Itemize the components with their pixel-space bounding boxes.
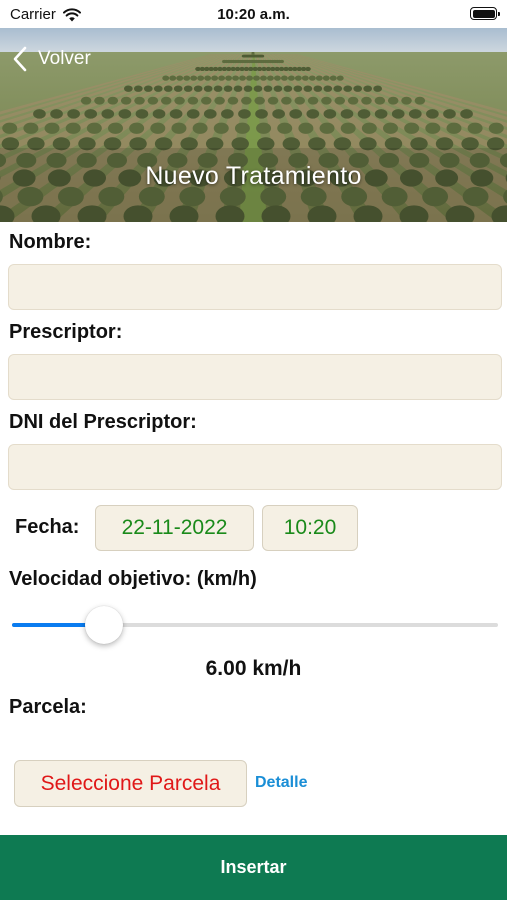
speed-value: 6.00 km/h: [205, 657, 302, 680]
fecha-label: Fecha:: [15, 516, 80, 538]
date-picker[interactable]: 22-11-2022: [95, 505, 254, 551]
page-title: Nuevo Tratamiento: [145, 162, 362, 190]
dni-input[interactable]: [8, 444, 502, 490]
dni-label: DNI del Prescriptor:: [9, 411, 197, 433]
chevron-left-icon: [13, 46, 27, 72]
insert-button[interactable]: Insertar: [0, 835, 507, 900]
back-label: Volver: [38, 48, 91, 69]
parcel-select-button[interactable]: Seleccione Parcela: [14, 760, 247, 807]
nombre-input[interactable]: [8, 264, 502, 310]
speed-slider[interactable]: [12, 606, 498, 644]
nombre-label: Nombre:: [9, 231, 92, 253]
status-bar: Carrier 10:20 a.m.: [0, 0, 507, 28]
status-time: 10:20 a.m.: [217, 6, 290, 23]
header-banner: Volver Nuevo Tratamiento: [0, 28, 507, 222]
detail-link[interactable]: Detalle: [255, 774, 307, 792]
time-picker[interactable]: 10:20: [262, 505, 358, 551]
battery-icon: [470, 7, 500, 20]
slider-thumb[interactable]: [85, 606, 124, 644]
parcela-label: Parcela:: [9, 696, 87, 718]
prescriptor-label: Prescriptor:: [9, 321, 123, 343]
back-button[interactable]: Volver: [12, 46, 91, 72]
velocidad-label: Velocidad objetivo: (km/h): [9, 568, 257, 590]
prescriptor-input[interactable]: [8, 354, 502, 400]
